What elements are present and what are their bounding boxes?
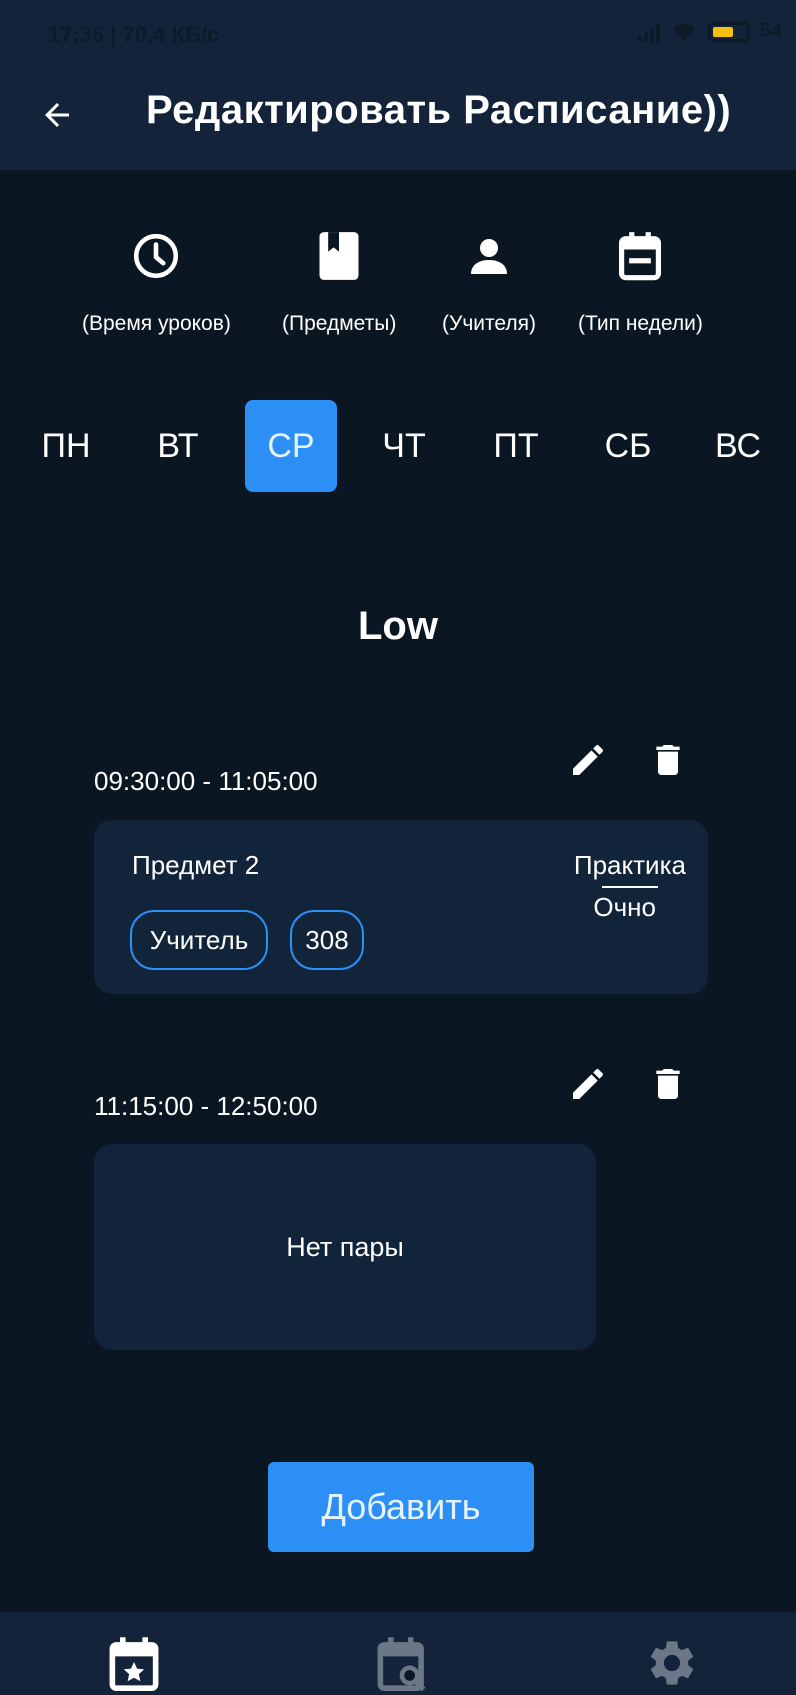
calendar-icon bbox=[612, 228, 668, 284]
quick-link-week-type[interactable]: (Тип недели) bbox=[578, 228, 703, 336]
quick-link-label: (Учителя) bbox=[442, 312, 536, 335]
day-tab-sat[interactable]: СБ bbox=[582, 400, 674, 492]
book-icon bbox=[311, 228, 367, 284]
day-tab-fri[interactable]: ПТ bbox=[470, 400, 562, 492]
app-bar: 17:36 | 70,4 КБ/с 54 Редактировать Распи… bbox=[0, 0, 796, 170]
signal-icon bbox=[637, 22, 660, 42]
person-icon bbox=[461, 228, 517, 284]
quick-link-label: (Тип недели) bbox=[578, 312, 703, 335]
lesson-time: 09:30:00 - 11:05:00 bbox=[94, 766, 318, 796]
divider bbox=[601, 886, 658, 888]
status-indicators: 54 bbox=[637, 20, 782, 43]
edit-lesson-button[interactable] bbox=[564, 736, 612, 784]
quick-link-lesson-times[interactable]: (Время уроков) bbox=[82, 228, 231, 336]
gear-icon bbox=[650, 1641, 694, 1685]
lesson-format: Очно bbox=[593, 892, 656, 922]
lesson-card[interactable]: Предмет 2 Практика Очно Учитель 308 bbox=[94, 820, 708, 994]
status-time: 17:36 | 70,4 КБ/с bbox=[48, 22, 220, 47]
no-lesson-text: Нет пары bbox=[286, 1231, 404, 1262]
day-tab-thu[interactable]: ЧТ bbox=[358, 400, 450, 492]
lesson-subject: Предмет 2 bbox=[132, 850, 260, 880]
teacher-chip: Учитель bbox=[130, 910, 268, 970]
quick-link-subjects[interactable]: (Предметы) bbox=[282, 228, 396, 336]
bottom-nav bbox=[0, 1612, 796, 1695]
day-tab-wed[interactable]: СР bbox=[245, 400, 337, 492]
pencil-icon bbox=[573, 1068, 604, 1099]
delete-lesson-button[interactable] bbox=[644, 736, 692, 784]
lesson-type: Практика bbox=[573, 850, 686, 888]
lesson-type-label: Практика bbox=[573, 850, 686, 880]
battery-icon bbox=[707, 21, 750, 42]
trash-icon bbox=[656, 1069, 680, 1099]
status-bar: 17:36 | 70,4 КБ/с 54 bbox=[0, 0, 796, 62]
lesson-time: 11:15:00 - 12:50:00 bbox=[94, 1091, 318, 1121]
day-tab-tue[interactable]: ВТ bbox=[132, 400, 224, 492]
page-title: Редактировать Расписание)) bbox=[146, 88, 732, 132]
week-type-heading: Low bbox=[358, 604, 438, 648]
calendar-search-icon bbox=[377, 1637, 426, 1692]
add-lesson-button[interactable]: Добавить bbox=[268, 1462, 534, 1552]
screen: 17:36 | 70,4 КБ/с 54 Редактировать Распи… bbox=[0, 0, 796, 1695]
lesson-card-empty[interactable]: Нет пары bbox=[94, 1144, 596, 1350]
clock-icon bbox=[128, 228, 184, 284]
delete-lesson-button[interactable] bbox=[644, 1060, 692, 1108]
nav-schedule-search[interactable] bbox=[372, 1636, 432, 1695]
day-tab-sun[interactable]: ВС bbox=[692, 400, 784, 492]
weekday-selector: ПН ВТ СР ЧТ ПТ СБ ВС bbox=[0, 400, 796, 492]
trash-icon bbox=[656, 745, 680, 775]
battery-level: 54 bbox=[759, 20, 782, 42]
quick-link-teachers[interactable]: (Учителя) bbox=[442, 228, 536, 336]
calendar-star-icon bbox=[109, 1637, 159, 1691]
wifi-icon bbox=[672, 23, 695, 41]
quick-link-label: (Предметы) bbox=[282, 312, 397, 335]
quick-link-label: (Время уроков) bbox=[82, 312, 231, 335]
nav-schedule[interactable] bbox=[104, 1636, 164, 1695]
room-chip: 308 bbox=[290, 910, 364, 970]
edit-lesson-button[interactable] bbox=[564, 1060, 612, 1108]
nav-settings[interactable] bbox=[642, 1636, 702, 1695]
arrow-left-icon bbox=[45, 103, 69, 127]
back-button[interactable] bbox=[30, 88, 84, 142]
pencil-icon bbox=[573, 744, 604, 775]
day-tab-mon[interactable]: ПН bbox=[20, 400, 112, 492]
